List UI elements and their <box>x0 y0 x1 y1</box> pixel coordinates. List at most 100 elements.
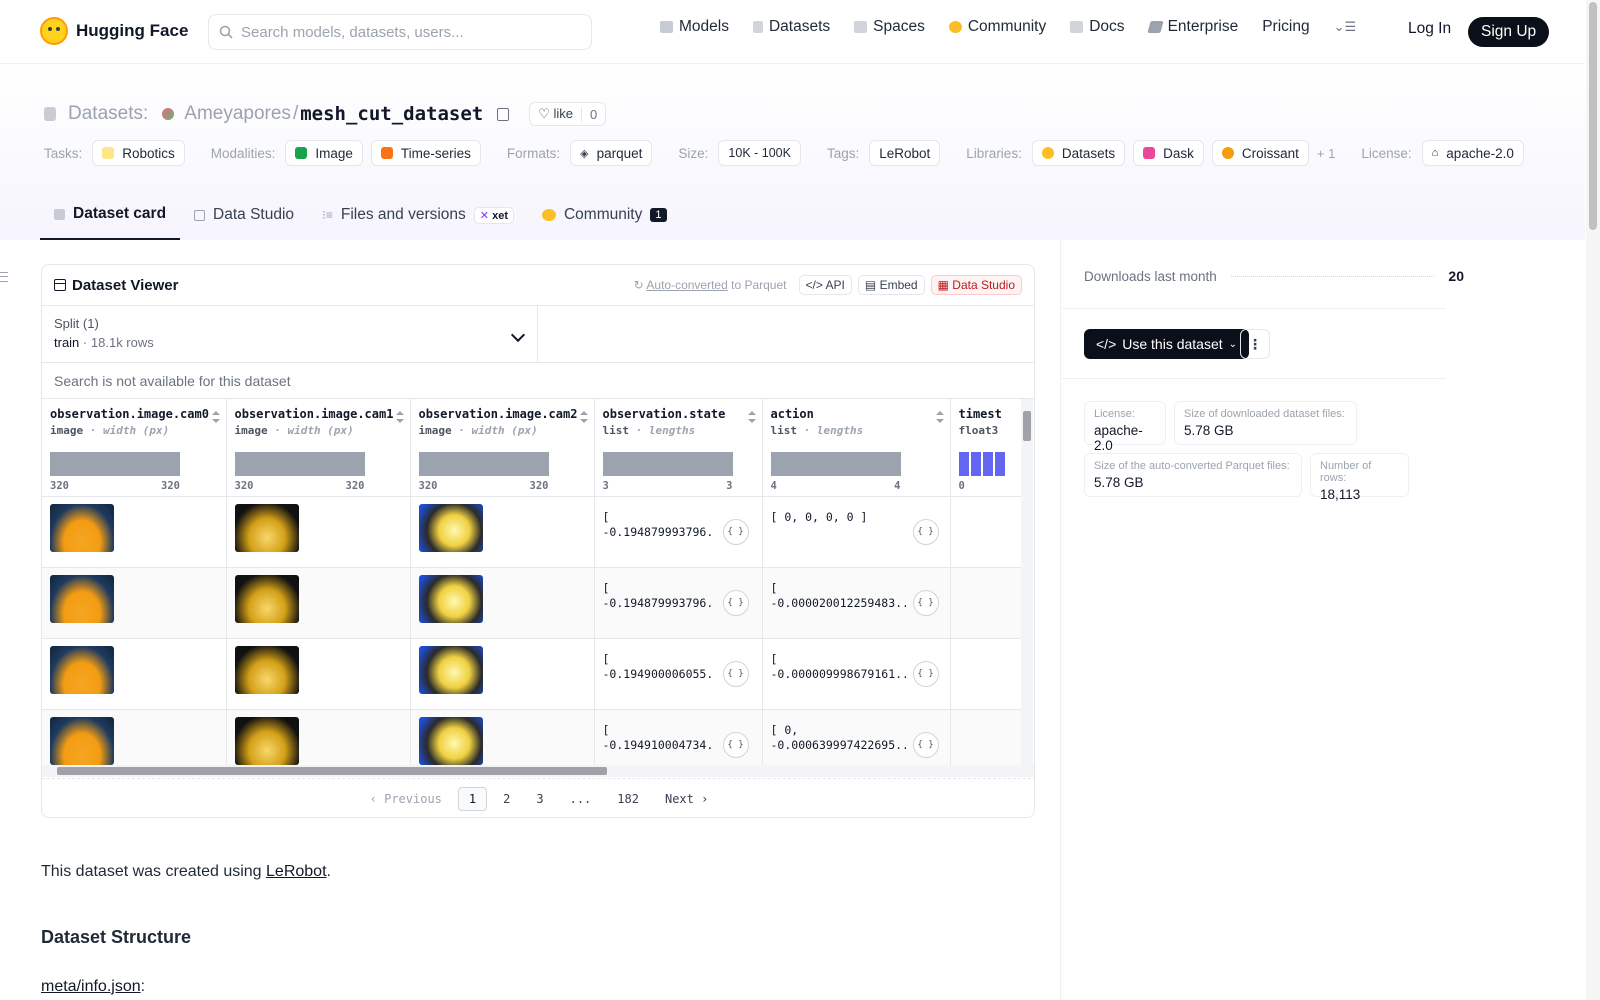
tag-size[interactable]: 10K - 100K <box>718 140 801 166</box>
tag-license[interactable]: ⌂ apache-2.0 <box>1421 140 1524 166</box>
column-header-state[interactable]: observation.state list · lengths 3 3 <box>594 399 763 497</box>
breadcrumb-owner[interactable]: Ameyapores <box>184 103 291 125</box>
use-this-dataset-button[interactable]: </> Use this dataset ⌄ <box>1084 329 1250 359</box>
nav-enterprise[interactable]: Enterprise <box>1146 18 1238 36</box>
sort-icon[interactable] <box>211 411 220 423</box>
nav-datasets[interactable]: Datasets <box>752 18 830 36</box>
tag-time-series[interactable]: Time-series <box>370 140 481 166</box>
tag-croissant[interactable]: Croissant <box>1211 140 1309 166</box>
pagination-page-3[interactable]: 3 <box>526 788 553 810</box>
camera-image-thumbnail[interactable] <box>50 503 114 552</box>
camera-image-thumbnail[interactable] <box>418 716 483 765</box>
tab-community[interactable]: Community 1 <box>528 190 681 240</box>
table-cell[interactable] <box>42 496 227 568</box>
nav-models[interactable]: Models <box>660 18 729 36</box>
table-cell[interactable]: [ -0.194900006055... { } <box>594 638 763 710</box>
table-row[interactable]: [ -0.194879993796...{ }[ -0.000020012259… <box>42 567 1023 639</box>
like-button[interactable]: ♡ like 0 <box>529 102 607 126</box>
json-view-button[interactable]: { } <box>912 518 939 545</box>
table-cell[interactable]: [ -0.194879993796... { } <box>594 496 763 568</box>
table-cell[interactable] <box>950 638 1023 710</box>
json-view-button[interactable]: { } <box>912 589 939 616</box>
pagination-page-last[interactable]: 182 <box>607 788 649 810</box>
table-cell[interactable] <box>226 496 411 568</box>
table-cell[interactable]: [ -0.194879993796... { } <box>594 567 763 639</box>
nav-community[interactable]: Community <box>948 18 1046 36</box>
data-studio-button[interactable]: ▦ Data Studio <box>930 275 1022 295</box>
auto-converted-link[interactable]: Auto-converted <box>646 278 727 292</box>
column-header-cam0[interactable]: observation.image.cam0 image · width (px)… <box>42 399 227 497</box>
more-options-button[interactable]: ⋮ <box>1240 329 1270 359</box>
json-view-button[interactable]: { } <box>722 518 749 545</box>
camera-image-thumbnail[interactable] <box>234 645 299 694</box>
column-header-cam2[interactable]: observation.image.cam2 image · width (px)… <box>410 399 595 497</box>
pagination-page-1[interactable]: 1 <box>457 786 488 811</box>
table-cell[interactable] <box>410 638 595 710</box>
table-cell[interactable] <box>950 496 1023 568</box>
libraries-more[interactable]: + 1 <box>1317 146 1335 161</box>
nav-pricing[interactable]: Pricing <box>1262 18 1309 36</box>
api-button[interactable]: </> API <box>798 275 852 295</box>
sort-icon[interactable] <box>395 411 404 423</box>
tab-files[interactable]: ⁝≡ Files and versions ✕ xet <box>308 190 528 240</box>
nav-spaces[interactable]: Spaces <box>854 18 925 36</box>
sort-icon[interactable] <box>579 411 588 423</box>
pagination-next[interactable]: Next › <box>655 788 718 810</box>
camera-image-thumbnail[interactable] <box>50 716 114 765</box>
breadcrumb-section[interactable]: Datasets: <box>68 103 148 125</box>
pagination-previous[interactable]: ‹ Previous <box>360 788 452 810</box>
embed-button[interactable]: ▤ Embed <box>857 275 925 295</box>
page-scrollbar[interactable] <box>1586 0 1600 1000</box>
table-cell[interactable]: [ 0, 0, 0, 0 ] { } <box>762 496 951 568</box>
table-cell[interactable] <box>226 567 411 639</box>
json-view-button[interactable]: { } <box>912 660 939 687</box>
json-view-button[interactable]: { } <box>722 589 749 616</box>
toc-icon[interactable] <box>0 272 8 282</box>
table-cell[interactable]: [ -0.000020012259483...{ } <box>762 567 951 639</box>
table-cell[interactable]: [ -0.000009998679161...{ } <box>762 638 951 710</box>
meta-info-link[interactable]: meta/info.json <box>41 978 141 995</box>
camera-image-thumbnail[interactable] <box>418 645 483 694</box>
table-row[interactable]: [ -0.194879993796...{ }[ 0, 0, 0, 0 ] { … <box>42 496 1023 568</box>
sort-icon[interactable] <box>747 411 756 423</box>
nav-docs[interactable]: Docs <box>1070 18 1125 36</box>
copy-icon[interactable] <box>497 107 510 121</box>
tag-robotics[interactable]: Robotics <box>92 140 185 166</box>
json-view-button[interactable]: { } <box>722 660 749 687</box>
table-cell[interactable] <box>410 567 595 639</box>
camera-image-thumbnail[interactable] <box>50 645 114 694</box>
tab-data-studio[interactable]: Data Studio <box>180 190 308 240</box>
pagination-page-2[interactable]: 2 <box>493 788 520 810</box>
camera-image-thumbnail[interactable] <box>234 574 299 623</box>
tab-dataset-card[interactable]: Dataset card <box>40 190 181 240</box>
sort-icon[interactable] <box>935 411 944 423</box>
table-cell[interactable] <box>42 567 227 639</box>
table-cell[interactable] <box>42 638 227 710</box>
column-header-action[interactable]: action list · lengths 4 4 <box>762 399 951 497</box>
camera-image-thumbnail[interactable] <box>234 716 299 765</box>
table-horizontal-scrollbar[interactable] <box>42 765 1034 777</box>
table-vertical-scrollbar[interactable] <box>1021 399 1033 775</box>
table-cell[interactable] <box>410 496 595 568</box>
lerobot-link[interactable]: LeRobot <box>266 863 327 880</box>
tag-datasets[interactable]: Datasets <box>1031 140 1126 166</box>
table-row[interactable]: [ -0.194900006055...{ }[ -0.000009998679… <box>42 638 1023 710</box>
search-input[interactable] <box>241 23 571 41</box>
logo[interactable]: Hugging Face <box>40 17 188 45</box>
camera-image-thumbnail[interactable] <box>418 574 483 623</box>
tag-lerobot[interactable]: LeRobot <box>869 140 941 166</box>
table-cell[interactable] <box>950 567 1023 639</box>
column-header-cam1[interactable]: observation.image.cam1 image · width (px)… <box>226 399 411 497</box>
json-view-button[interactable]: { } <box>722 731 749 758</box>
table-cell[interactable] <box>226 638 411 710</box>
nav-more-menu[interactable]: ⌄☰ <box>1334 19 1357 35</box>
tag-parquet[interactable]: ◈ parquet <box>570 140 653 166</box>
search-box[interactable] <box>208 14 592 50</box>
split-select[interactable]: Split (1) train · 18.1k rows <box>42 306 538 362</box>
camera-image-thumbnail[interactable] <box>234 503 299 552</box>
viewer-table-wrap[interactable]: observation.image.cam0 image · width (px)… <box>42 399 1034 775</box>
camera-image-thumbnail[interactable] <box>418 503 483 552</box>
tag-dask[interactable]: Dask <box>1133 140 1204 166</box>
login-link[interactable]: Log In <box>1408 20 1451 38</box>
column-header-timestamp[interactable]: timest float3 0 <box>950 399 1023 497</box>
